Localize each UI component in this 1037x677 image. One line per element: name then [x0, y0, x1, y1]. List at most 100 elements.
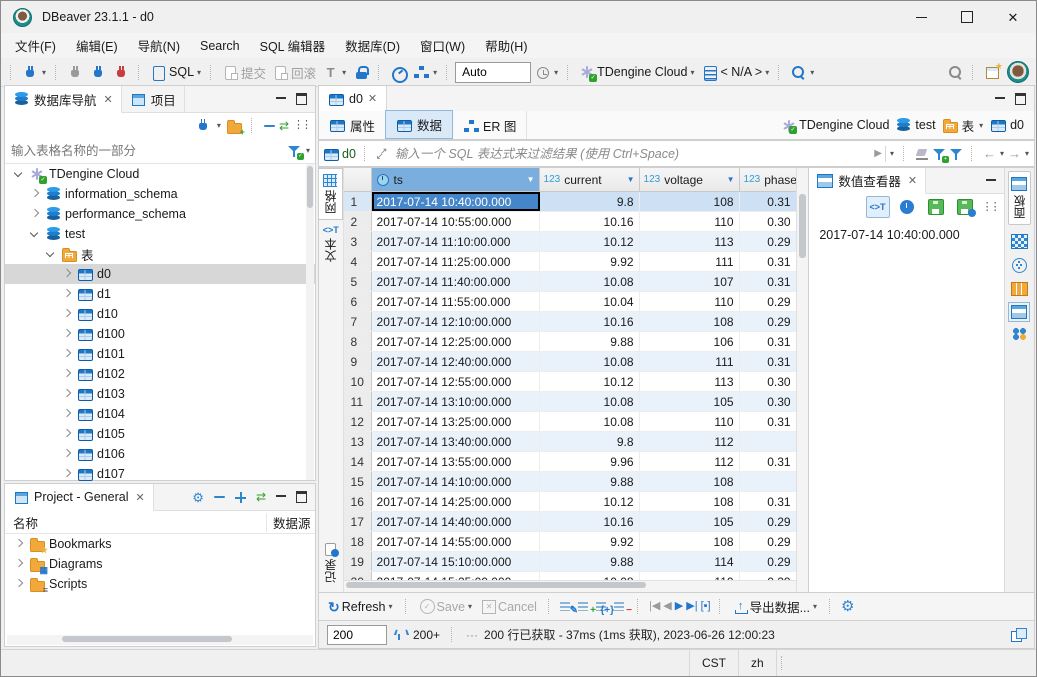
cell-phase[interactable]: 0.30: [740, 212, 796, 231]
table-row[interactable]: 122017-07-14 13:25:00.00010.081100.31: [344, 412, 796, 432]
row-number-cell[interactable]: 10: [344, 372, 372, 391]
cell-current[interactable]: 10.16: [540, 512, 640, 531]
cell-ts[interactable]: 2017-07-14 12:55:00.000: [372, 372, 540, 391]
row-number-cell[interactable]: 9: [344, 352, 372, 371]
expand-all-icon[interactable]: [235, 492, 246, 503]
panel-maximize-icon[interactable]: [296, 93, 307, 105]
cell-ts[interactable]: 2017-07-14 15:10:00.000: [372, 552, 540, 571]
refresh-button[interactable]: ↻Refresh▾: [325, 598, 397, 616]
cell-phase[interactable]: 0.31: [740, 412, 796, 431]
tab-er-diagram[interactable]: ER 图: [453, 111, 527, 139]
tab-project-general[interactable]: Project - General ✕: [5, 484, 154, 511]
datetime-view-button[interactable]: [895, 196, 919, 218]
grid-vscrollbar[interactable]: [796, 168, 809, 592]
cell-ts[interactable]: 2017-07-14 12:25:00.000: [372, 332, 540, 351]
duplicate-row-icon[interactable]: {+}: [596, 600, 611, 613]
minimize-button[interactable]: [898, 1, 944, 33]
project-item-Scripts[interactable]: ≡Scripts: [5, 574, 315, 594]
close-tab-icon[interactable]: ✕: [135, 491, 144, 504]
breadcrumb-table-d0[interactable]: d0: [990, 117, 1024, 133]
breadcrumb-database[interactable]: test: [895, 117, 935, 133]
collapse-icon[interactable]: [43, 247, 57, 261]
minimap-panel-icon[interactable]: [1011, 234, 1028, 249]
cell-ts[interactable]: 2017-07-14 11:55:00.000: [372, 292, 540, 311]
row-number-cell[interactable]: 17: [344, 512, 372, 531]
search-metadata-button[interactable]: ▾: [787, 62, 818, 83]
collapse-all-icon[interactable]: [264, 125, 275, 127]
close-tab-icon[interactable]: ✕: [368, 92, 377, 105]
cell-current[interactable]: 9.88: [540, 552, 640, 571]
cell-phase[interactable]: 0.29: [740, 512, 796, 531]
sort-indicator-icon[interactable]: ▼: [627, 175, 635, 184]
cell-phase[interactable]: 0.29: [740, 552, 796, 571]
tree-item-test[interactable]: test: [5, 224, 315, 244]
cell-current[interactable]: 9.8: [540, 432, 640, 451]
expand-icon[interactable]: [59, 287, 73, 301]
cell-current[interactable]: 10.12: [540, 492, 640, 511]
cell-current[interactable]: 10.08: [540, 392, 640, 411]
save-value-as-button[interactable]: [953, 196, 977, 218]
close-tab-icon[interactable]: ✕: [908, 174, 917, 187]
network-button[interactable]: ▾: [410, 62, 441, 83]
chevron-down-icon[interactable]: ▾: [999, 149, 1005, 158]
transaction-mode-button[interactable]: T▾: [319, 62, 350, 83]
panel-menu-icon[interactable]: ⋮⋮: [982, 202, 998, 213]
cell-phase[interactable]: 0.29: [740, 532, 796, 551]
navigator-filter-input[interactable]: [9, 143, 283, 159]
save-filter-icon[interactable]: +: [932, 147, 946, 161]
expand-icon[interactable]: [59, 267, 73, 281]
tree-item-information_schema[interactable]: information_schema: [5, 184, 315, 204]
timezone-status[interactable]: CST: [689, 650, 739, 676]
editor-minimize-icon[interactable]: [995, 94, 1005, 99]
cell-voltage[interactable]: 114: [640, 552, 740, 571]
maximize-button[interactable]: [944, 1, 990, 33]
value-viewer-content[interactable]: 2017-07-14 10:40:00.000: [815, 222, 997, 586]
table-row[interactable]: 182017-07-14 14:55:00.0009.921080.29: [344, 532, 796, 552]
cancel-button[interactable]: ✕Cancel: [479, 598, 540, 616]
column-header-phase[interactable]: 123 phase: [740, 168, 796, 191]
cell-ts[interactable]: 2017-07-14 12:40:00.000: [372, 352, 540, 371]
perspective-button[interactable]: [981, 62, 1004, 83]
chevron-down-icon[interactable]: ▾: [216, 121, 222, 130]
tree-item-d1[interactable]: d1: [5, 284, 315, 304]
row-number-cell[interactable]: 14: [344, 452, 372, 471]
expand-icon[interactable]: [27, 187, 41, 201]
sql-editor-button[interactable]: SQL▾: [147, 62, 205, 83]
cell-ts[interactable]: 2017-07-14 11:10:00.000: [372, 232, 540, 251]
erase-filter-icon[interactable]: [915, 148, 929, 160]
gear-icon[interactable]: ⚙: [841, 599, 854, 614]
dbeaver-avatar-button[interactable]: [1004, 59, 1032, 85]
tree-item-d101[interactable]: d101: [5, 344, 315, 364]
table-row[interactable]: 102017-07-14 12:55:00.00010.121130.30: [344, 372, 796, 392]
cell-voltage[interactable]: 112: [640, 432, 740, 451]
cell-phase[interactable]: 0.31: [740, 332, 796, 351]
filter-settings-icon[interactable]: [949, 147, 963, 161]
grid-hscrollbar[interactable]: [344, 580, 796, 592]
previous-row-icon[interactable]: ◀: [663, 601, 671, 612]
commit-button[interactable]: 提交: [219, 61, 269, 84]
cell-phase[interactable]: 0.31: [740, 452, 796, 471]
cell-ts[interactable]: 2017-07-14 13:25:00.000: [372, 412, 540, 431]
column-datasource-header[interactable]: 数据源: [266, 513, 315, 532]
tab-data[interactable]: 数据: [385, 110, 453, 139]
cell-current[interactable]: 10.08: [540, 352, 640, 371]
menu-item-5[interactable]: 数据库(D): [335, 33, 410, 58]
delete-row-icon[interactable]: −: [614, 600, 629, 613]
expand-icon[interactable]: [59, 427, 73, 441]
last-row-icon[interactable]: ▶|: [686, 601, 697, 612]
cell-ts[interactable]: 2017-07-14 11:25:00.000: [372, 252, 540, 271]
expand-icon[interactable]: [59, 407, 73, 421]
tree-item-d106[interactable]: d106: [5, 444, 315, 464]
row-number-cell[interactable]: 5: [344, 272, 372, 291]
calc-panel-icon[interactable]: [1011, 282, 1028, 296]
cell-voltage[interactable]: 108: [640, 472, 740, 491]
table-row[interactable]: 12017-07-14 10:40:00.0009.81080.31: [344, 192, 796, 212]
menu-item-1[interactable]: 编辑(E): [66, 33, 128, 58]
cell-voltage[interactable]: 105: [640, 512, 740, 531]
table-row[interactable]: 142017-07-14 13:55:00.0009.961120.31: [344, 452, 796, 472]
cell-current[interactable]: 9.96: [540, 452, 640, 471]
cell-phase[interactable]: 0.30: [740, 392, 796, 411]
expand-icon[interactable]: [11, 577, 25, 591]
row-number-cell[interactable]: 15: [344, 472, 372, 491]
table-row[interactable]: 172017-07-14 14:40:00.00010.161050.29: [344, 512, 796, 532]
